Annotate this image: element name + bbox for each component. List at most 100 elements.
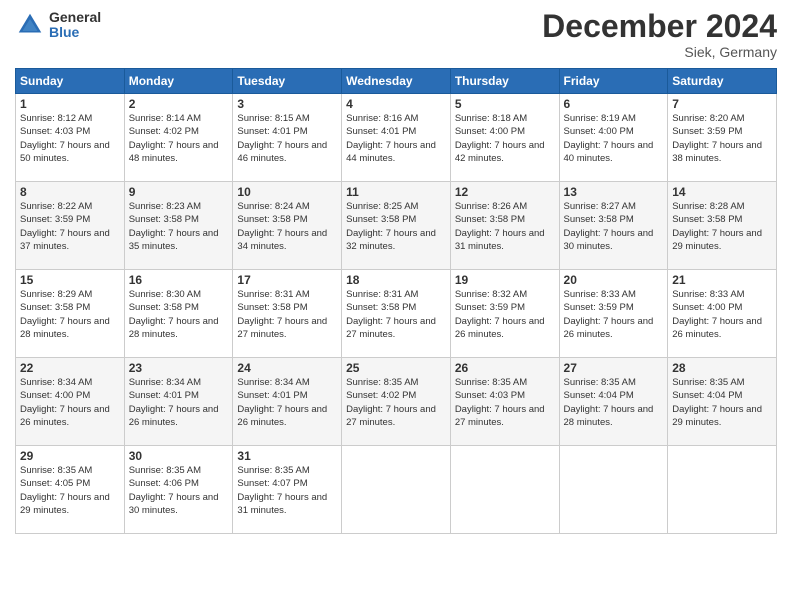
day-info: Sunrise: 8:31 AM Sunset: 3:58 PM Dayligh… bbox=[346, 288, 446, 341]
day-info: Sunrise: 8:23 AM Sunset: 3:58 PM Dayligh… bbox=[129, 200, 229, 253]
page-header: General Blue December 2024 Siek, Germany bbox=[15, 10, 777, 60]
calendar-cell: 28 Sunrise: 8:35 AM Sunset: 4:04 PM Dayl… bbox=[668, 358, 777, 446]
day-info: Sunrise: 8:34 AM Sunset: 4:00 PM Dayligh… bbox=[20, 376, 120, 429]
day-info: Sunrise: 8:12 AM Sunset: 4:03 PM Dayligh… bbox=[20, 112, 120, 165]
weekday-header: Monday bbox=[124, 69, 233, 94]
sunset-text: Sunset: 3:58 PM bbox=[237, 302, 307, 313]
daylight-text: Daylight: 7 hours and 28 minutes. bbox=[20, 316, 110, 340]
sunset-text: Sunset: 4:02 PM bbox=[346, 390, 416, 401]
sunset-text: Sunset: 4:00 PM bbox=[672, 302, 742, 313]
calendar-cell: 3 Sunrise: 8:15 AM Sunset: 4:01 PM Dayli… bbox=[233, 94, 342, 182]
logo-blue: Blue bbox=[49, 25, 101, 40]
sunrise-text: Sunrise: 8:25 AM bbox=[346, 201, 418, 212]
sunrise-text: Sunrise: 8:27 AM bbox=[564, 201, 636, 212]
sunrise-text: Sunrise: 8:14 AM bbox=[129, 113, 201, 124]
logo-general: General bbox=[49, 10, 101, 25]
sunrise-text: Sunrise: 8:31 AM bbox=[346, 289, 418, 300]
day-info: Sunrise: 8:33 AM Sunset: 3:59 PM Dayligh… bbox=[564, 288, 664, 341]
sunset-text: Sunset: 3:59 PM bbox=[564, 302, 634, 313]
calendar-cell: 6 Sunrise: 8:19 AM Sunset: 4:00 PM Dayli… bbox=[559, 94, 668, 182]
calendar-week-row: 8 Sunrise: 8:22 AM Sunset: 3:59 PM Dayli… bbox=[16, 182, 777, 270]
sunset-text: Sunset: 4:07 PM bbox=[237, 478, 307, 489]
sunrise-text: Sunrise: 8:29 AM bbox=[20, 289, 92, 300]
day-info: Sunrise: 8:25 AM Sunset: 3:58 PM Dayligh… bbox=[346, 200, 446, 253]
day-info: Sunrise: 8:35 AM Sunset: 4:04 PM Dayligh… bbox=[564, 376, 664, 429]
sunset-text: Sunset: 4:04 PM bbox=[564, 390, 634, 401]
sunrise-text: Sunrise: 8:26 AM bbox=[455, 201, 527, 212]
sunset-text: Sunset: 4:04 PM bbox=[672, 390, 742, 401]
sunset-text: Sunset: 3:58 PM bbox=[672, 214, 742, 225]
daylight-text: Daylight: 7 hours and 31 minutes. bbox=[237, 492, 327, 516]
daylight-text: Daylight: 7 hours and 46 minutes. bbox=[237, 140, 327, 164]
sunrise-text: Sunrise: 8:35 AM bbox=[129, 465, 201, 476]
day-number: 21 bbox=[672, 273, 772, 287]
day-number: 29 bbox=[20, 449, 120, 463]
calendar-week-row: 15 Sunrise: 8:29 AM Sunset: 3:58 PM Dayl… bbox=[16, 270, 777, 358]
sunset-text: Sunset: 3:59 PM bbox=[672, 126, 742, 137]
daylight-text: Daylight: 7 hours and 26 minutes. bbox=[20, 404, 110, 428]
month-title: December 2024 bbox=[542, 10, 777, 42]
sunset-text: Sunset: 4:01 PM bbox=[237, 126, 307, 137]
sunrise-text: Sunrise: 8:33 AM bbox=[672, 289, 744, 300]
day-number: 23 bbox=[129, 361, 229, 375]
day-info: Sunrise: 8:22 AM Sunset: 3:59 PM Dayligh… bbox=[20, 200, 120, 253]
daylight-text: Daylight: 7 hours and 26 minutes. bbox=[672, 316, 762, 340]
sunrise-text: Sunrise: 8:35 AM bbox=[237, 465, 309, 476]
day-number: 15 bbox=[20, 273, 120, 287]
sunrise-text: Sunrise: 8:19 AM bbox=[564, 113, 636, 124]
day-info: Sunrise: 8:24 AM Sunset: 3:58 PM Dayligh… bbox=[237, 200, 337, 253]
calendar-body: 1 Sunrise: 8:12 AM Sunset: 4:03 PM Dayli… bbox=[16, 94, 777, 534]
sunset-text: Sunset: 4:00 PM bbox=[564, 126, 634, 137]
daylight-text: Daylight: 7 hours and 30 minutes. bbox=[564, 228, 654, 252]
daylight-text: Daylight: 7 hours and 30 minutes. bbox=[129, 492, 219, 516]
daylight-text: Daylight: 7 hours and 27 minutes. bbox=[455, 404, 545, 428]
calendar-cell: 22 Sunrise: 8:34 AM Sunset: 4:00 PM Dayl… bbox=[16, 358, 125, 446]
sunrise-text: Sunrise: 8:34 AM bbox=[237, 377, 309, 388]
sunset-text: Sunset: 4:01 PM bbox=[129, 390, 199, 401]
sunset-text: Sunset: 3:58 PM bbox=[564, 214, 634, 225]
daylight-text: Daylight: 7 hours and 35 minutes. bbox=[129, 228, 219, 252]
sunrise-text: Sunrise: 8:33 AM bbox=[564, 289, 636, 300]
day-number: 3 bbox=[237, 97, 337, 111]
sunrise-text: Sunrise: 8:16 AM bbox=[346, 113, 418, 124]
daylight-text: Daylight: 7 hours and 29 minutes. bbox=[672, 404, 762, 428]
day-number: 2 bbox=[129, 97, 229, 111]
day-number: 18 bbox=[346, 273, 446, 287]
daylight-text: Daylight: 7 hours and 34 minutes. bbox=[237, 228, 327, 252]
calendar-header-row: SundayMondayTuesdayWednesdayThursdayFrid… bbox=[16, 69, 777, 94]
weekday-header: Thursday bbox=[450, 69, 559, 94]
sunrise-text: Sunrise: 8:28 AM bbox=[672, 201, 744, 212]
sunset-text: Sunset: 3:58 PM bbox=[129, 214, 199, 225]
sunset-text: Sunset: 4:02 PM bbox=[129, 126, 199, 137]
day-info: Sunrise: 8:35 AM Sunset: 4:06 PM Dayligh… bbox=[129, 464, 229, 517]
day-info: Sunrise: 8:30 AM Sunset: 3:58 PM Dayligh… bbox=[129, 288, 229, 341]
calendar-week-row: 1 Sunrise: 8:12 AM Sunset: 4:03 PM Dayli… bbox=[16, 94, 777, 182]
day-info: Sunrise: 8:33 AM Sunset: 4:00 PM Dayligh… bbox=[672, 288, 772, 341]
day-info: Sunrise: 8:35 AM Sunset: 4:02 PM Dayligh… bbox=[346, 376, 446, 429]
weekday-header: Sunday bbox=[16, 69, 125, 94]
day-info: Sunrise: 8:29 AM Sunset: 3:58 PM Dayligh… bbox=[20, 288, 120, 341]
day-info: Sunrise: 8:26 AM Sunset: 3:58 PM Dayligh… bbox=[455, 200, 555, 253]
daylight-text: Daylight: 7 hours and 40 minutes. bbox=[564, 140, 654, 164]
daylight-text: Daylight: 7 hours and 29 minutes. bbox=[672, 228, 762, 252]
title-block: December 2024 Siek, Germany bbox=[542, 10, 777, 60]
sunrise-text: Sunrise: 8:35 AM bbox=[455, 377, 527, 388]
sunset-text: Sunset: 3:58 PM bbox=[346, 302, 416, 313]
calendar-page: General Blue December 2024 Siek, Germany… bbox=[0, 0, 792, 612]
calendar-cell: 14 Sunrise: 8:28 AM Sunset: 3:58 PM Dayl… bbox=[668, 182, 777, 270]
day-number: 12 bbox=[455, 185, 555, 199]
calendar-cell: 21 Sunrise: 8:33 AM Sunset: 4:00 PM Dayl… bbox=[668, 270, 777, 358]
sunrise-text: Sunrise: 8:30 AM bbox=[129, 289, 201, 300]
sunset-text: Sunset: 4:01 PM bbox=[346, 126, 416, 137]
day-number: 22 bbox=[20, 361, 120, 375]
calendar-cell: 19 Sunrise: 8:32 AM Sunset: 3:59 PM Dayl… bbox=[450, 270, 559, 358]
logo: General Blue bbox=[15, 10, 101, 41]
sunrise-text: Sunrise: 8:32 AM bbox=[455, 289, 527, 300]
logo-icon bbox=[15, 10, 45, 40]
sunrise-text: Sunrise: 8:35 AM bbox=[672, 377, 744, 388]
calendar-cell: 18 Sunrise: 8:31 AM Sunset: 3:58 PM Dayl… bbox=[342, 270, 451, 358]
day-number: 8 bbox=[20, 185, 120, 199]
weekday-header: Saturday bbox=[668, 69, 777, 94]
day-info: Sunrise: 8:27 AM Sunset: 3:58 PM Dayligh… bbox=[564, 200, 664, 253]
daylight-text: Daylight: 7 hours and 50 minutes. bbox=[20, 140, 110, 164]
